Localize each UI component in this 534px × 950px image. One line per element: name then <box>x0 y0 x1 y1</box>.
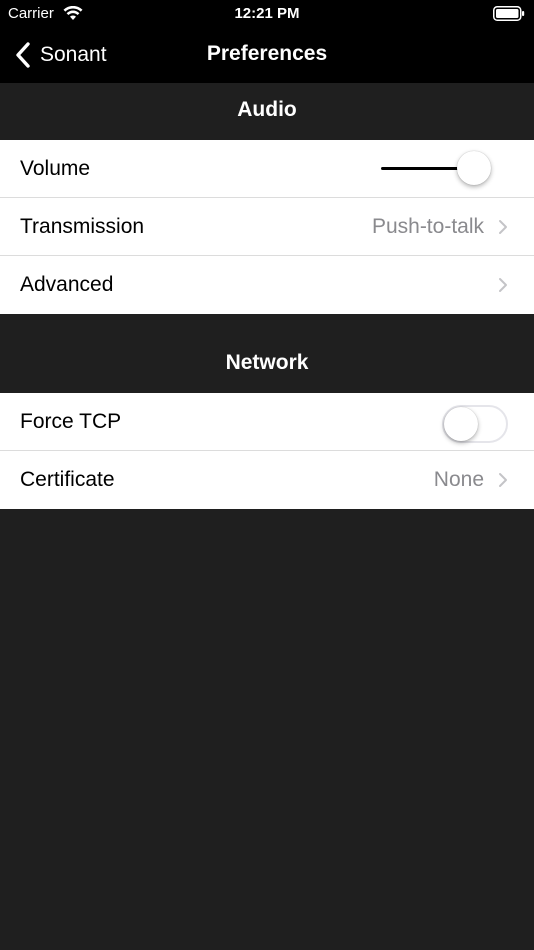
navigation-bar: Sonant Preferences <box>0 28 534 83</box>
section-header-audio: Audio <box>237 98 297 121</box>
volume-slider[interactable] <box>381 140 507 198</box>
disclosure-chevron-icon <box>499 278 507 292</box>
certificate-value: None <box>433 468 484 491</box>
volume-label: Volume <box>20 157 91 180</box>
section-header-network: Network <box>225 351 309 374</box>
certificate-row[interactable]: Certificate None <box>0 451 534 509</box>
page-title: Preferences <box>206 42 328 65</box>
force-tcp-toggle[interactable] <box>442 405 508 443</box>
transmission-row[interactable]: Transmission Push-to-talk <box>0 198 534 256</box>
disclosure-chevron-icon <box>499 220 507 234</box>
transmission-value: Push-to-talk <box>371 215 484 238</box>
disclosure-chevron-icon <box>499 473 507 487</box>
transmission-label: Transmission <box>20 215 145 238</box>
status-time: 12:21 PM <box>234 5 300 22</box>
battery-icon <box>493 6 525 21</box>
volume-slider-thumb[interactable] <box>457 151 492 185</box>
status-bar: Carrier 12:21 PM <box>0 0 534 28</box>
certificate-label: Certificate <box>20 468 115 491</box>
force-tcp-label: Force TCP <box>20 410 122 433</box>
advanced-row[interactable]: Advanced <box>0 256 534 314</box>
force-tcp-row: Force TCP <box>0 393 534 451</box>
toggle-knob <box>444 407 478 441</box>
advanced-label: Advanced <box>20 273 114 296</box>
volume-row: Volume <box>0 140 534 198</box>
